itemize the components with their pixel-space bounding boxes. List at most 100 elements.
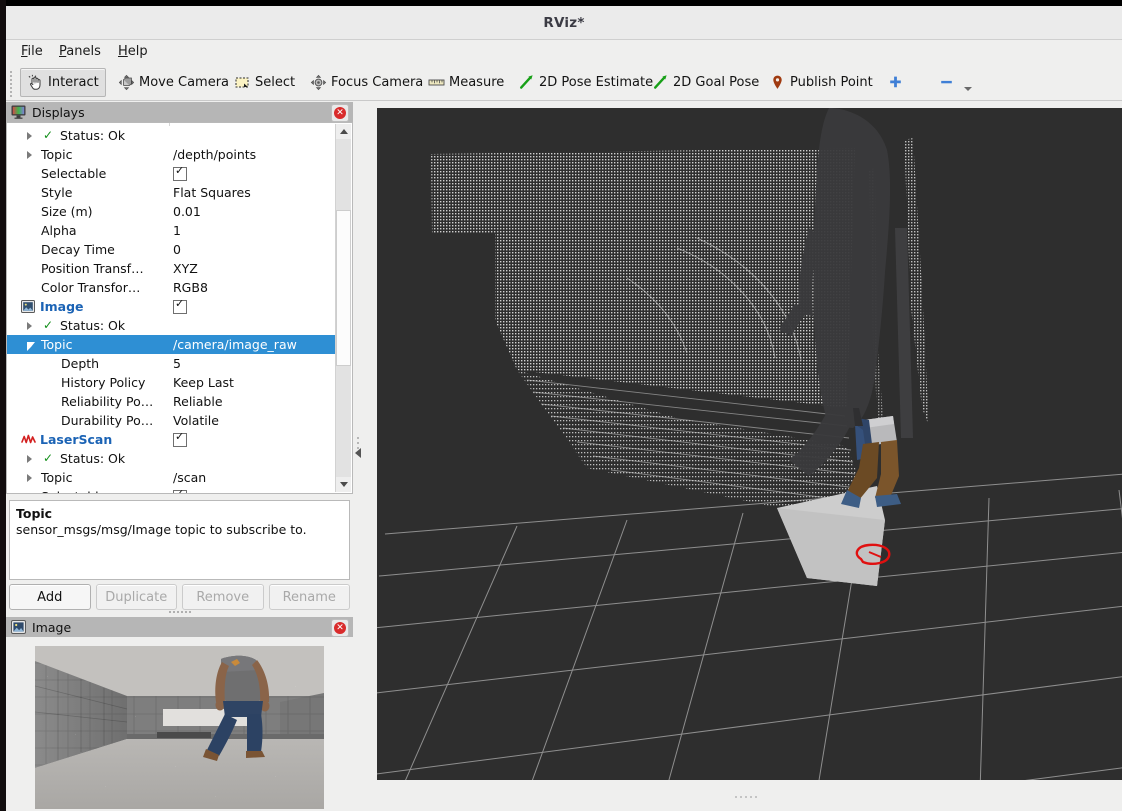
splitter-collapse-left-icon[interactable] bbox=[355, 448, 361, 458]
displays-tree-scrollbar[interactable] bbox=[335, 124, 351, 492]
tree-row[interactable]: Topic/camera/image_raw bbox=[7, 335, 337, 354]
tree-row-value[interactable]: Flat Squares bbox=[173, 185, 251, 200]
tree-row[interactable]: Alpha 1 bbox=[7, 221, 337, 240]
image-panel: Image ✕ bbox=[6, 617, 353, 811]
tool-add-tool[interactable] bbox=[880, 68, 915, 97]
tool-focus-camera[interactable]: Focus Camera bbox=[303, 68, 430, 97]
tree-row-label: Status: Ok bbox=[60, 451, 126, 466]
tool-move-camera-label: Move Camera bbox=[139, 75, 230, 90]
displays-panel-close-button[interactable]: ✕ bbox=[331, 104, 349, 122]
tree-row-value[interactable]: Keep Last bbox=[173, 375, 234, 390]
tree-row-value[interactable]: Reliable bbox=[173, 394, 223, 409]
tree-row-value[interactable]: /scan bbox=[173, 470, 206, 485]
chevron-right-icon[interactable] bbox=[27, 132, 32, 140]
tree-row[interactable]: Decay Time 0 bbox=[7, 240, 337, 259]
tool-interact[interactable]: Interact bbox=[20, 68, 106, 97]
main-vertical-splitter[interactable] bbox=[353, 102, 365, 811]
menu-panels[interactable]: Panels bbox=[52, 43, 108, 60]
property-description-box: Topic sensor_msgs/msg/Image topic to sub… bbox=[9, 500, 350, 580]
focus-camera-icon bbox=[310, 74, 327, 91]
tree-row[interactable]: Image bbox=[7, 297, 337, 316]
toolbar-grip[interactable] bbox=[10, 71, 15, 97]
menu-file-label: ile bbox=[27, 44, 43, 59]
displays-tree[interactable]: ✓ Status: Ok Topic/depth/points Selectable S… bbox=[7, 123, 337, 493]
tree-row-value[interactable]: /depth/points bbox=[173, 147, 256, 162]
tree-row-label: Image bbox=[40, 299, 84, 314]
triangle-down-icon bbox=[339, 482, 348, 487]
monitor-icon bbox=[11, 105, 26, 119]
window-titlebar: RViz* bbox=[6, 6, 1122, 40]
tree-row-value[interactable]: XYZ bbox=[173, 261, 198, 276]
displays-button-row: Add Duplicate Remove Rename bbox=[9, 584, 350, 610]
rename-button[interactable]: Rename bbox=[268, 584, 350, 610]
tree-row[interactable]: Selectable bbox=[7, 487, 337, 493]
scroll-up-button[interactable] bbox=[336, 124, 351, 139]
scrollbar-thumb[interactable] bbox=[336, 210, 351, 366]
tree-row-value[interactable]: /camera/image_raw bbox=[173, 337, 297, 352]
duplicate-button[interactable]: Duplicate bbox=[95, 584, 177, 610]
displays-panel-header: Displays ✕ bbox=[6, 102, 353, 122]
tool-focus-camera-label: Focus Camera bbox=[331, 75, 424, 90]
tree-row[interactable]: History Policy Keep Last bbox=[7, 373, 337, 392]
displays-image-splitter[interactable] bbox=[6, 609, 353, 615]
image-panel-close-button[interactable]: ✕ bbox=[331, 619, 349, 637]
remove-button[interactable]: Remove bbox=[182, 584, 264, 610]
tree-row[interactable]: LaserScan bbox=[7, 430, 337, 449]
tree-row[interactable]: Durability Po… Volatile bbox=[7, 411, 337, 430]
move-camera-icon bbox=[118, 74, 135, 91]
chevron-right-icon[interactable] bbox=[27, 474, 32, 482]
tool-select[interactable]: Select bbox=[227, 68, 302, 97]
tree-row[interactable]: ✓ Status: Ok bbox=[7, 126, 337, 145]
tool-measure[interactable]: Measure bbox=[421, 68, 511, 97]
tree-row-value[interactable]: 1 bbox=[173, 223, 181, 238]
tree-row-value[interactable]: 0 bbox=[173, 242, 181, 257]
tree-row[interactable]: Selectable bbox=[7, 164, 337, 183]
tree-row-value[interactable]: 5 bbox=[173, 356, 181, 371]
chevron-down-icon[interactable] bbox=[27, 342, 35, 351]
tree-row-checkbox[interactable] bbox=[173, 298, 187, 314]
menu-help[interactable]: Help bbox=[111, 43, 155, 60]
tree-row-label: Topic bbox=[41, 470, 73, 485]
window-frame-left bbox=[0, 0, 6, 811]
image-display-icon bbox=[21, 300, 35, 313]
tool-2d-pose-estimate[interactable]: 2D Pose Estimate bbox=[511, 68, 660, 97]
tree-row[interactable]: Topic/scan bbox=[7, 468, 337, 487]
tree-row-label: Color Transfor… bbox=[41, 280, 141, 295]
bottom-splitter-grip[interactable] bbox=[735, 786, 760, 801]
image-icon bbox=[11, 620, 26, 634]
tree-row[interactable]: Depth 5 bbox=[7, 354, 337, 373]
chevron-right-icon[interactable] bbox=[27, 322, 32, 330]
3d-render-view[interactable] bbox=[377, 108, 1122, 780]
tool-remove-tool[interactable] bbox=[931, 68, 966, 97]
tree-row[interactable]: Reliability Po… Reliable bbox=[7, 392, 337, 411]
add-button[interactable]: Add bbox=[9, 584, 91, 610]
chevron-right-icon[interactable] bbox=[27, 151, 32, 159]
rviz-window: RViz* File Panels Help Interact Move Cam… bbox=[0, 0, 1122, 811]
tree-row-checkbox[interactable] bbox=[173, 431, 187, 447]
tree-row[interactable]: ✓ Status: Ok bbox=[7, 449, 337, 468]
scroll-down-button[interactable] bbox=[336, 477, 351, 492]
tree-row[interactable]: Topic/depth/points bbox=[7, 145, 337, 164]
green-arrow-icon bbox=[518, 74, 535, 91]
tool-2d-goal-pose[interactable]: 2D Goal Pose bbox=[645, 68, 766, 97]
tree-row[interactable]: Size (m) 0.01 bbox=[7, 202, 337, 221]
image-panel-title: Image bbox=[32, 619, 72, 635]
close-icon: ✕ bbox=[334, 107, 346, 119]
tree-row-value[interactable]: Volatile bbox=[173, 413, 219, 428]
tree-row-label: Alpha bbox=[41, 223, 77, 238]
tool-publish-point[interactable]: Publish Point bbox=[762, 68, 880, 97]
chevron-right-icon[interactable] bbox=[27, 455, 32, 463]
tree-row[interactable]: Color Transfor… RGB8 bbox=[7, 278, 337, 297]
tree-row-checkbox[interactable] bbox=[173, 488, 187, 493]
tree-row-value[interactable]: 0.01 bbox=[173, 204, 201, 219]
menu-file[interactable]: File bbox=[14, 43, 50, 60]
tree-row-value[interactable]: RGB8 bbox=[173, 280, 208, 295]
toolbar-overflow-chevron-down-icon[interactable] bbox=[964, 87, 972, 91]
tree-row-label: Durability Po… bbox=[61, 413, 154, 428]
ruler-icon bbox=[428, 74, 445, 91]
tree-row[interactable]: ✓ Status: Ok bbox=[7, 316, 337, 335]
tree-row[interactable]: Style Flat Squares bbox=[7, 183, 337, 202]
tree-row-checkbox[interactable] bbox=[173, 165, 187, 181]
tool-move-camera[interactable]: Move Camera bbox=[111, 68, 236, 97]
tree-row[interactable]: Position Transf… XYZ bbox=[7, 259, 337, 278]
